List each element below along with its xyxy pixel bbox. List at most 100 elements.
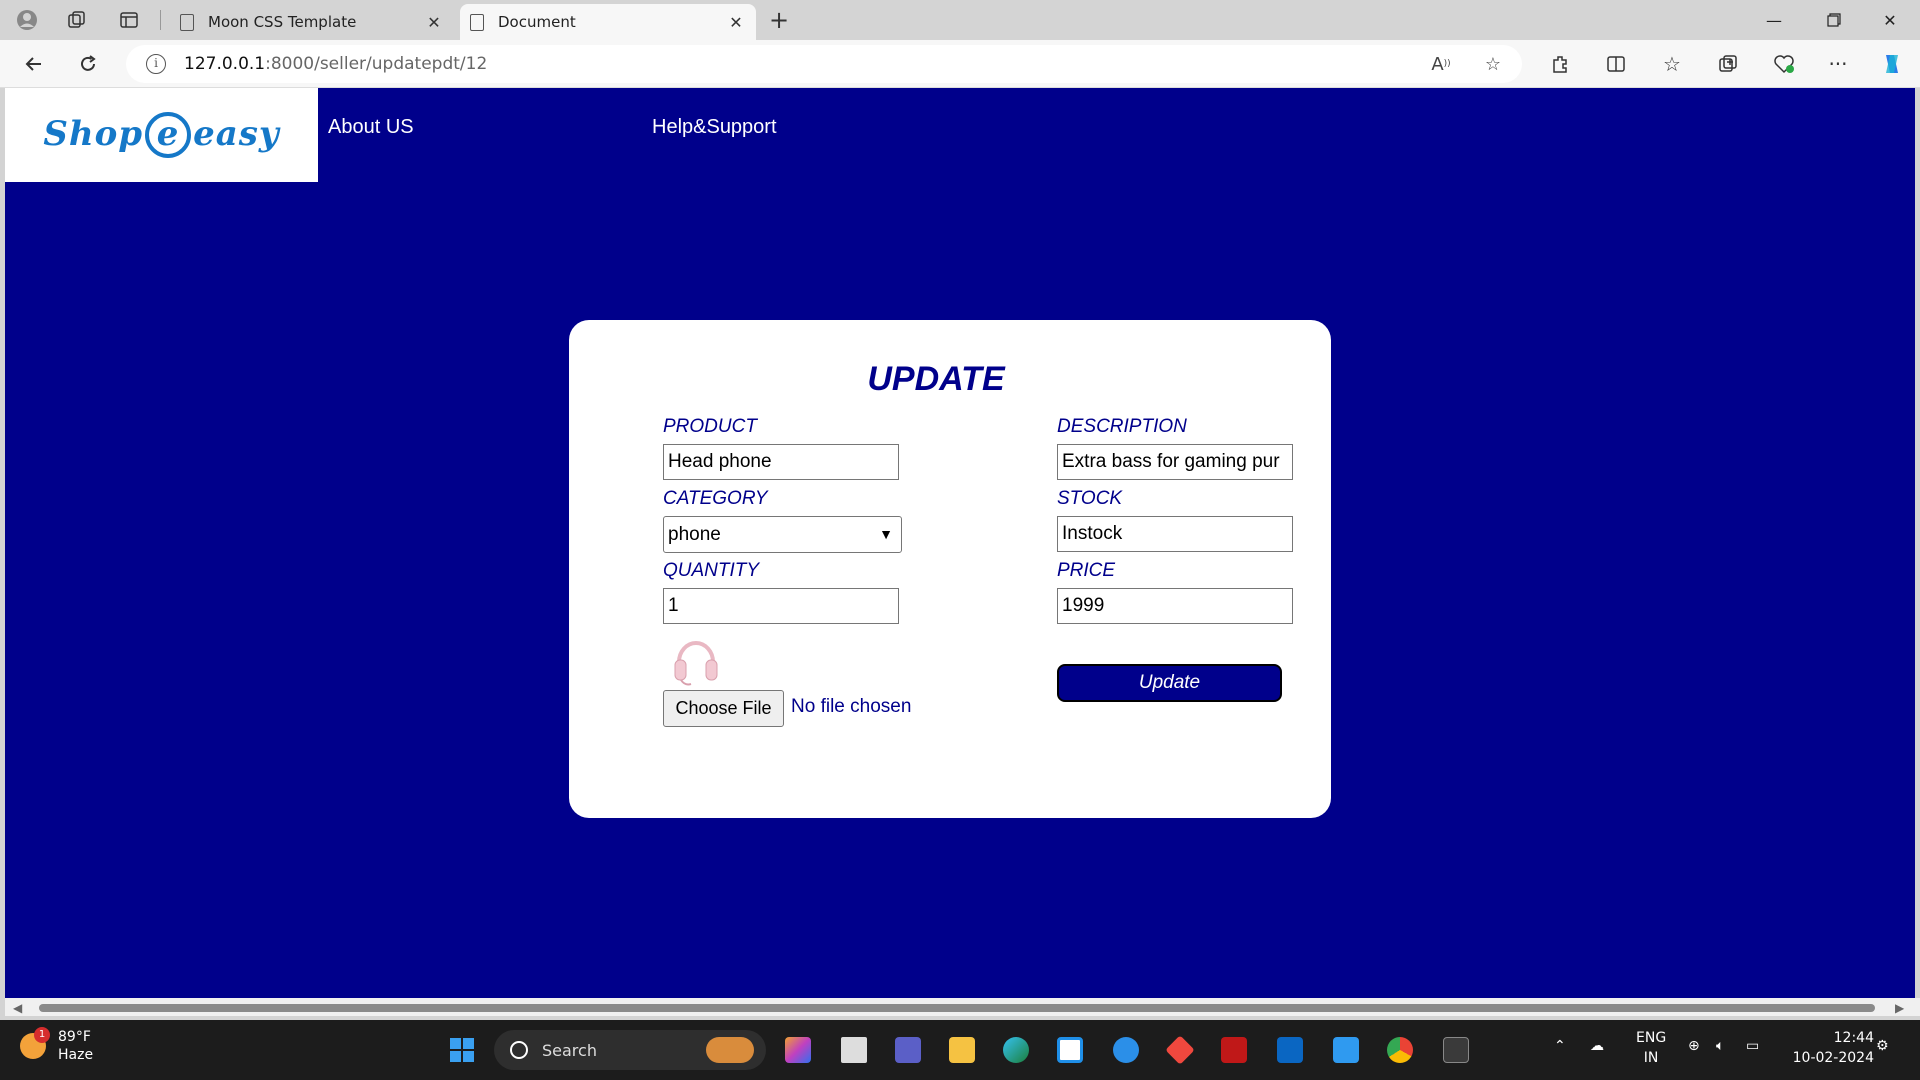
chevron-down-icon: ▼ — [879, 526, 893, 542]
chrome-icon[interactable] — [1380, 1030, 1420, 1070]
favorite-star-icon[interactable]: ☆ — [1478, 49, 1508, 79]
clock-time: 12:44 — [1833, 1030, 1874, 1046]
search-placeholder: Search — [542, 1040, 597, 1060]
site-info-icon[interactable]: i — [146, 54, 166, 74]
address-bar[interactable]: i 127.0.0.1:8000/seller/updatepdt/12 A))… — [126, 45, 1522, 83]
category-select[interactable]: phone ▼ — [663, 516, 902, 553]
vscode-icon[interactable] — [1326, 1030, 1366, 1070]
scrollbar-thumb[interactable] — [39, 1004, 1875, 1012]
browser-essentials-icon[interactable] — [1768, 49, 1800, 79]
edge-browser-icon[interactable] — [996, 1030, 1036, 1070]
page-icon — [470, 13, 484, 31]
chevron-up-icon[interactable]: ⌃ — [1554, 1038, 1566, 1054]
task-view-icon[interactable] — [834, 1030, 874, 1070]
restore-button[interactable] — [1806, 0, 1862, 40]
stock-label: STOCK — [1057, 488, 1123, 509]
form-title: UPDATE — [867, 360, 1005, 398]
category-selected-value: phone — [668, 524, 721, 545]
more-options-icon[interactable]: ··· — [1822, 49, 1854, 79]
description-label: DESCRIPTION — [1057, 416, 1187, 437]
favorites-icon[interactable]: ☆ — [1656, 49, 1688, 79]
scroll-right-icon[interactable]: ▶ — [1895, 1001, 1904, 1015]
product-image-thumbnail — [671, 632, 721, 688]
onedrive-icon[interactable]: ☁ — [1590, 1038, 1604, 1054]
page-icon — [180, 13, 194, 31]
search-highlight-icon — [706, 1037, 754, 1063]
tab-actions-icon[interactable] — [114, 6, 144, 34]
update-form-card: UPDATE PRODUCT Head phone DESCRIPTION Ex… — [569, 320, 1331, 818]
nav-help-support[interactable]: Help&Support — [652, 116, 777, 139]
close-icon[interactable]: ✕ — [424, 13, 444, 32]
battery-icon[interactable]: ▭ — [1746, 1038, 1759, 1054]
scroll-left-icon[interactable]: ◀ — [13, 1001, 22, 1015]
tab-title: Document — [498, 13, 576, 31]
microsoft-store-icon[interactable] — [1050, 1030, 1090, 1070]
product-label: PRODUCT — [663, 416, 757, 437]
quantity-input[interactable]: 1 — [663, 588, 899, 624]
search-icon — [510, 1041, 528, 1059]
product-input[interactable]: Head phone — [663, 444, 899, 480]
weather-temperature: 89°F — [58, 1029, 91, 1045]
url-text[interactable]: 127.0.0.1:8000/seller/updatepdt/12 — [184, 54, 487, 74]
region-code: IN — [1643, 1050, 1659, 1066]
extensions-icon[interactable] — [1544, 49, 1576, 79]
terminal-icon[interactable] — [1436, 1030, 1476, 1070]
git-app-icon[interactable] — [1160, 1030, 1200, 1070]
new-tab-button[interactable]: + — [764, 6, 794, 34]
stock-input[interactable]: Instock — [1057, 516, 1293, 552]
windows-taskbar: 1 89°F Haze Search ⌃ ☁ ENG IN ⊕ 🔈︎ ▭ 12:… — [0, 1020, 1920, 1080]
linkedin-icon[interactable] — [1270, 1030, 1310, 1070]
file-status-text: No file chosen — [791, 696, 912, 717]
logo-text-part: Shop — [43, 114, 144, 154]
notification-badge: 1 — [34, 1027, 50, 1043]
volume-icon[interactable]: 🔈︎ — [1716, 1038, 1724, 1054]
collections-icon[interactable] — [1712, 49, 1744, 79]
url-host: 127.0.0.1 — [184, 54, 266, 74]
network-icon[interactable]: ⊕ — [1688, 1038, 1700, 1054]
profile-icon[interactable] — [12, 6, 42, 34]
tab-document[interactable]: Document ✕ — [460, 4, 756, 40]
taskbar-search[interactable]: Search — [494, 1030, 766, 1070]
category-label: CATEGORY — [663, 488, 768, 509]
description-input[interactable]: Extra bass for gaming pur — [1057, 444, 1293, 480]
browser-tab-strip: Moon CSS Template ✕ Document ✕ + — ✕ — [0, 0, 1920, 40]
quantity-label: QUANTITY — [663, 560, 760, 581]
close-icon[interactable]: ✕ — [726, 13, 746, 32]
weather-description: Haze — [58, 1047, 94, 1063]
price-label: PRICE — [1057, 560, 1116, 581]
logo-e-mark: e — [145, 112, 192, 158]
url-path: :8000/seller/updatepdt/12 — [265, 54, 488, 74]
close-window-button[interactable]: ✕ — [1862, 0, 1918, 40]
logo-text-part: easy — [193, 114, 280, 154]
system-clock[interactable]: 12:44 10-02-2024 — [1793, 1028, 1874, 1068]
get-help-icon[interactable] — [1106, 1030, 1146, 1070]
mcafee-icon[interactable] — [1214, 1030, 1254, 1070]
minimize-button[interactable]: — — [1746, 0, 1802, 40]
file-explorer-icon[interactable] — [942, 1030, 982, 1070]
horizontal-scrollbar[interactable]: ◀ ▶ — [5, 998, 1920, 1016]
start-button[interactable] — [442, 1030, 482, 1070]
tab-separator — [160, 10, 161, 30]
logo-text: Shop e easy — [43, 112, 279, 158]
copilot-app-icon[interactable] — [778, 1030, 818, 1070]
refresh-button[interactable] — [72, 49, 104, 79]
clock-date: 10-02-2024 — [1792, 1050, 1874, 1066]
copilot-icon[interactable] — [1876, 49, 1908, 79]
site-logo[interactable]: Shop e easy — [5, 88, 318, 182]
workspaces-icon[interactable] — [62, 6, 92, 34]
teams-icon[interactable] — [888, 1030, 928, 1070]
language-indicator[interactable]: ENG IN — [1636, 1028, 1666, 1068]
tab-moon-css-template[interactable]: Moon CSS Template ✕ — [170, 4, 454, 40]
price-input[interactable]: 1999 — [1057, 588, 1293, 624]
weather-widget[interactable]: 1 89°F Haze — [20, 1027, 94, 1064]
nav-about-us[interactable]: About US — [328, 116, 414, 139]
split-screen-icon[interactable] — [1600, 49, 1632, 79]
notifications-icon[interactable]: ⚙ — [1876, 1038, 1889, 1054]
back-button[interactable] — [18, 49, 50, 79]
update-button[interactable]: Update — [1057, 664, 1282, 702]
language-code: ENG — [1636, 1030, 1667, 1046]
tab-title: Moon CSS Template — [208, 13, 357, 31]
choose-file-button[interactable]: Choose File — [663, 690, 784, 727]
read-aloud-icon[interactable]: A)) — [1426, 49, 1456, 79]
page-viewport: Shop e easy About US Help&Support UPDATE P… — [5, 88, 1920, 1016]
